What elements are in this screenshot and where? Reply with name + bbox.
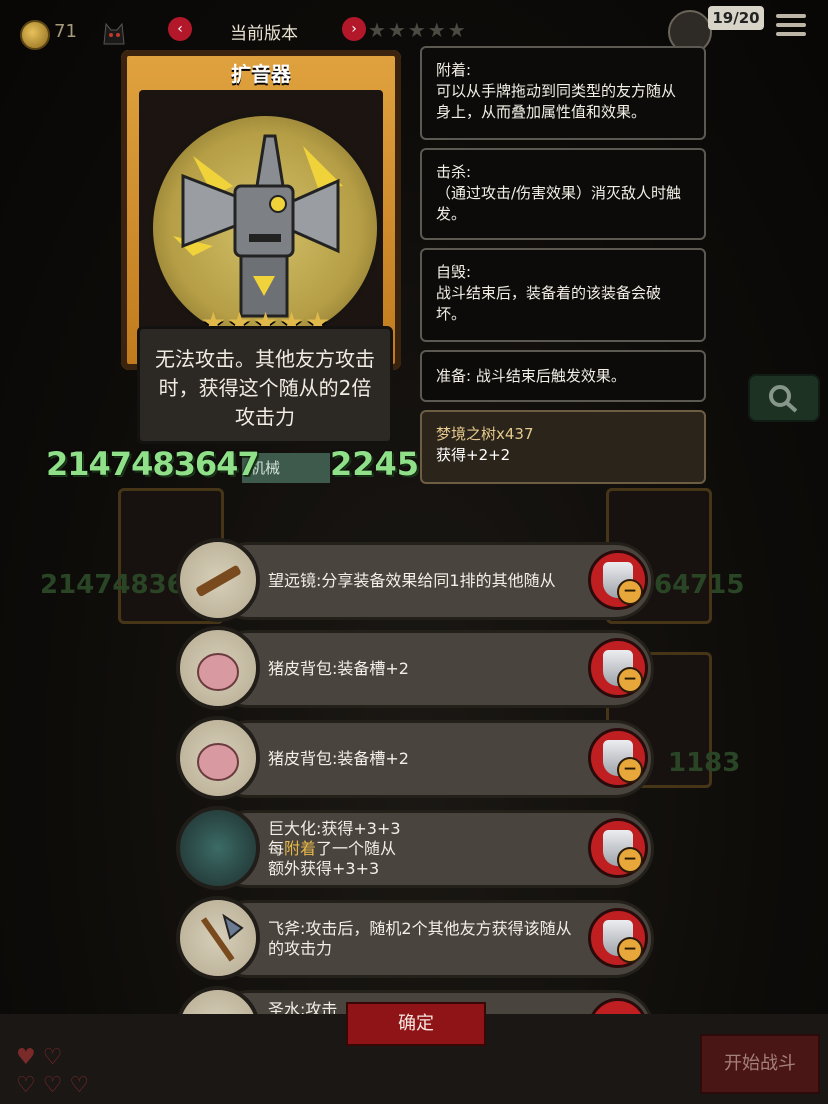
- confirm-button[interactable]: 确定: [346, 1002, 486, 1046]
- unequip-button[interactable]: −: [588, 818, 648, 878]
- equipment-item-telescope[interactable]: 望远镜:分享装备效果给同1排的其他随从 −: [176, 538, 654, 624]
- minus-icon: −: [617, 847, 643, 873]
- cat-icon: [103, 22, 125, 45]
- unequip-button[interactable]: −: [588, 728, 648, 788]
- minion-card: 扩音器 ★★★★★ 无法攻击。其他友方攻击时，获得这个随从的2倍攻击力: [121, 50, 401, 470]
- version-prev-button[interactable]: ‹: [168, 17, 192, 41]
- coin-count: 71: [54, 21, 77, 42]
- card-attack: 2147483647: [46, 445, 260, 483]
- buff-title: 梦境之树x437: [436, 425, 534, 443]
- keyword-selfdestruct: 自毁: 战斗结束后，装备着的该装备会破坏。: [420, 248, 706, 342]
- keyword-text: （通过攻击/伤害效果）消灭敌人时触发。: [436, 184, 682, 223]
- keyword-prepare: 准备: 战斗结束后触发效果。: [420, 350, 706, 402]
- unequip-button[interactable]: −: [588, 908, 648, 968]
- equipment-item-axe[interactable]: 飞斧:攻击后，随机2个其他友方获得该随从的攻击力 −: [176, 896, 654, 982]
- equipment-desc: 飞斧:攻击后，随机2个其他友方获得该随从的攻击力: [268, 919, 572, 958]
- giant-icon: [176, 806, 260, 890]
- minus-icon: −: [617, 667, 643, 693]
- equipment-desc: 望远镜:分享装备效果给同1排的其他随从: [268, 571, 556, 590]
- keyword-highlight: 附着: [284, 839, 317, 858]
- keyword-attach: 附着: 可以从手牌拖动到同类型的友方随从身上，从而叠加属性值和效果。: [420, 46, 706, 140]
- keyword-kill: 击杀: （通过攻击/伤害效果）消灭敌人时触发。: [420, 148, 706, 240]
- equipment-desc: 猪皮背包:装备槽+2: [268, 659, 409, 678]
- coin-icon: [20, 20, 50, 50]
- start-battle-button[interactable]: 开始战斗: [700, 1034, 820, 1094]
- megaphone-robot-icon: [173, 134, 343, 318]
- equipment-item-pig-backpack[interactable]: 猪皮背包:装备槽+2 −: [176, 626, 654, 712]
- equipment-desc-line: 巨大化:获得+3+3: [268, 819, 401, 838]
- equipment-desc-part: 了一个随从: [316, 839, 397, 858]
- equipment-item-giant[interactable]: 巨大化:获得+3+3 每附着了一个随从 额外获得+3+3 −: [176, 806, 654, 892]
- buff-dream-tree: 梦境之树x437 获得+2+2: [420, 410, 706, 484]
- card-description-box: 无法攻击。其他友方攻击时，获得这个随从的2倍攻击力: [137, 326, 393, 444]
- keyword-title: 自毁:: [436, 263, 472, 281]
- keyword-title: 准备:: [436, 367, 472, 385]
- minus-icon: −: [617, 937, 643, 963]
- equipment-desc-line: 额外获得+3+3: [268, 859, 380, 878]
- equipment-desc: 猪皮背包:装备槽+2: [268, 749, 409, 768]
- minus-icon: −: [617, 579, 643, 605]
- telescope-icon: [176, 538, 260, 622]
- keyword-text: 可以从手牌拖动到同类型的友方随从身上，从而叠加属性值和效果。: [436, 82, 677, 121]
- axe-icon: [176, 896, 260, 980]
- backpack-icon: [176, 626, 260, 710]
- card-description: 无法攻击。其他友方攻击时，获得这个随从的2倍攻击力: [155, 347, 375, 429]
- minus-icon: −: [617, 757, 643, 783]
- buff-text: 获得+2+2: [436, 446, 511, 464]
- equipment-desc: 巨大化:获得+3+3 每附着了一个随从 额外获得+3+3: [268, 806, 578, 892]
- unequip-button[interactable]: −: [588, 638, 648, 698]
- unequip-button[interactable]: −: [588, 550, 648, 610]
- keyword-title: 击杀:: [436, 163, 472, 181]
- version-label: 当前版本: [230, 24, 298, 44]
- card-health: 2245: [330, 445, 420, 483]
- roster-count: 19/20: [708, 6, 764, 30]
- keyword-title: 附着:: [436, 61, 472, 79]
- equipment-item-pig-backpack-2[interactable]: 猪皮背包:装备槽+2 −: [176, 716, 654, 802]
- menu-icon[interactable]: [776, 14, 806, 40]
- keyword-text: 战斗结束后，装备着的该装备会破坏。: [436, 284, 662, 323]
- tier-stars: ★★★★★: [368, 18, 468, 42]
- equipment-desc-part: 每: [268, 839, 285, 858]
- version-next-button[interactable]: ›: [342, 17, 366, 41]
- card-name: 扩音器: [231, 62, 291, 86]
- backpack-icon: [176, 716, 260, 800]
- keyword-text: 战斗结束后触发效果。: [475, 367, 626, 385]
- heart-icon: ♥ ♡ ♡ ♡ ♡: [16, 1045, 90, 1098]
